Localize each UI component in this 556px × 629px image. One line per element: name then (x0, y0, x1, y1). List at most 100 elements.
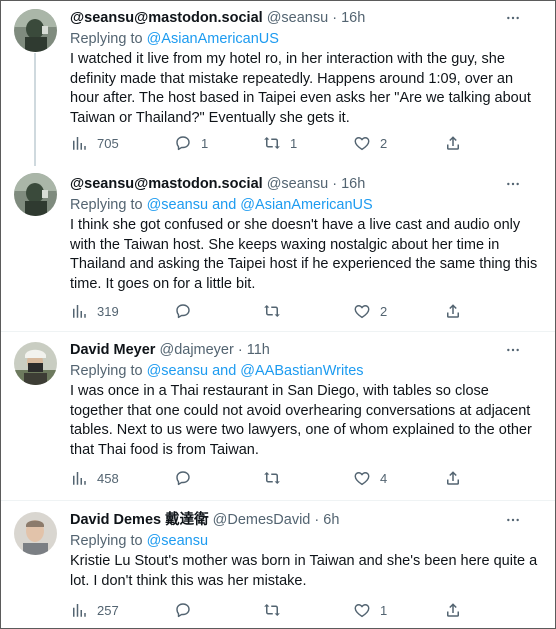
tweet-thread: @seansu@mastodon.social @seansu · 16h Re… (0, 0, 556, 629)
separator-dot: · (237, 342, 243, 358)
tweet-header: @seansu@mastodon.social @seansu · 16h (70, 174, 539, 194)
reply-button[interactable]: 1 (174, 133, 208, 153)
analytics-icon (70, 469, 88, 487)
retweet-button[interactable] (263, 301, 290, 321)
like-count: 1 (380, 602, 388, 618)
action-bar: 319 2 (70, 301, 470, 321)
mention-link[interactable]: @seansu and @AsianAmericanUS (147, 197, 373, 213)
mention-link[interactable]: @seansu and @AABastianWrites (147, 363, 364, 379)
reply-button[interactable] (174, 600, 201, 620)
timestamp[interactable]: 16h (341, 10, 365, 26)
display-name[interactable]: David Meyer (70, 342, 155, 358)
reply-button[interactable] (174, 301, 201, 321)
user-handle[interactable]: @seansu (267, 10, 328, 26)
user-handle[interactable]: @seansu (267, 176, 328, 192)
retweet-icon (263, 302, 281, 320)
replying-to-label: Replying to (70, 197, 147, 213)
more-dots-icon[interactable] (505, 512, 521, 528)
tweet-header: David Demes 戴達衛 @DemesDavid · 6h (70, 510, 539, 530)
retweet-button[interactable] (263, 468, 290, 488)
retweet-count: 1 (290, 135, 298, 151)
like-button[interactable]: 2 (353, 133, 387, 153)
views-count: 705 (97, 135, 119, 151)
more-dots-icon[interactable] (505, 10, 521, 26)
tweet-text: I think she got confused or she doesn't … (70, 217, 538, 292)
views-button[interactable]: 705 (70, 133, 119, 153)
heart-icon (353, 302, 371, 320)
analytics-icon (70, 302, 88, 320)
share-button[interactable] (444, 301, 462, 321)
reply-button[interactable] (174, 468, 201, 488)
heart-icon (353, 601, 371, 619)
separator-dot: · (332, 176, 338, 192)
like-count: 2 (380, 303, 388, 319)
avatar[interactable] (14, 512, 57, 555)
heart-icon (353, 134, 371, 152)
reply-bubble-icon (174, 601, 192, 619)
views-button[interactable]: 319 (70, 301, 119, 321)
retweet-button[interactable]: 1 (263, 133, 297, 153)
display-name[interactable]: @seansu@mastodon.social (70, 176, 263, 192)
share-button[interactable] (444, 133, 462, 153)
thread-connector-line (34, 53, 36, 166)
share-icon (444, 601, 462, 619)
mention-link[interactable]: @seansu (147, 533, 208, 549)
retweet-icon (263, 601, 281, 619)
replying-to-label: Replying to (70, 31, 147, 47)
timestamp[interactable]: 11h (247, 342, 270, 358)
like-count: 4 (380, 470, 388, 486)
share-icon (444, 302, 462, 320)
avatar[interactable] (14, 173, 57, 216)
user-handle[interactable]: @dajmeyer (159, 342, 233, 358)
avatar[interactable] (14, 9, 57, 52)
retweet-button[interactable] (263, 600, 290, 620)
replying-to-label: Replying to (70, 533, 147, 549)
analytics-icon (70, 134, 88, 152)
tweet-header: @seansu@mastodon.social @seansu · 16h (70, 8, 539, 28)
like-count: 2 (380, 135, 388, 151)
retweet-icon (263, 469, 281, 487)
views-count: 319 (97, 303, 119, 319)
more-dots-icon[interactable] (505, 176, 521, 192)
like-button[interactable]: 2 (353, 301, 387, 321)
retweet-icon (263, 134, 281, 152)
share-icon (444, 134, 462, 152)
tweet-text: Kristie Lu Stout's mother was born in Ta… (70, 553, 538, 589)
display-name[interactable]: @seansu@mastodon.social (70, 10, 263, 26)
replying-to: Replying to @seansu (70, 531, 539, 551)
action-bar: 458 4 (70, 468, 470, 488)
more-dots-icon[interactable] (505, 342, 521, 358)
timestamp[interactable]: 16h (341, 176, 365, 192)
like-button[interactable]: 1 (353, 600, 387, 620)
tweet-text: I watched it live from my hotel ro, in h… (70, 51, 531, 126)
heart-icon (353, 469, 371, 487)
mention-link[interactable]: @AsianAmericanUS (147, 31, 279, 47)
separator-dot: · (332, 10, 338, 26)
replying-to: Replying to @seansu and @AABastianWrites (70, 361, 539, 381)
tweet-text: I was once in a Thai restaurant in San D… (70, 383, 532, 458)
replying-to: Replying to @AsianAmericanUS (70, 29, 539, 49)
views-button[interactable]: 458 (70, 468, 119, 488)
views-count: 458 (97, 470, 119, 486)
views-button[interactable]: 257 (70, 600, 119, 620)
share-button[interactable] (444, 600, 462, 620)
timestamp[interactable]: 6h (323, 512, 339, 528)
like-button[interactable]: 4 (353, 468, 387, 488)
user-handle[interactable]: @DemesDavid (213, 512, 311, 528)
replying-to-label: Replying to (70, 363, 147, 379)
separator-dot: · (314, 512, 320, 528)
reply-bubble-icon (174, 302, 192, 320)
tweet-divider (1, 500, 555, 501)
avatar[interactable] (14, 342, 57, 385)
display-name[interactable]: David Demes 戴達衛 (70, 512, 209, 528)
tweet-divider (1, 331, 555, 332)
action-bar: 705 1 1 2 (70, 133, 470, 153)
share-button[interactable] (444, 468, 462, 488)
views-count: 257 (97, 602, 119, 618)
reply-count: 1 (201, 135, 209, 151)
reply-bubble-icon (174, 134, 192, 152)
replying-to: Replying to @seansu and @AsianAmericanUS (70, 195, 539, 215)
share-icon (444, 469, 462, 487)
reply-bubble-icon (174, 469, 192, 487)
action-bar: 257 1 (70, 600, 470, 620)
